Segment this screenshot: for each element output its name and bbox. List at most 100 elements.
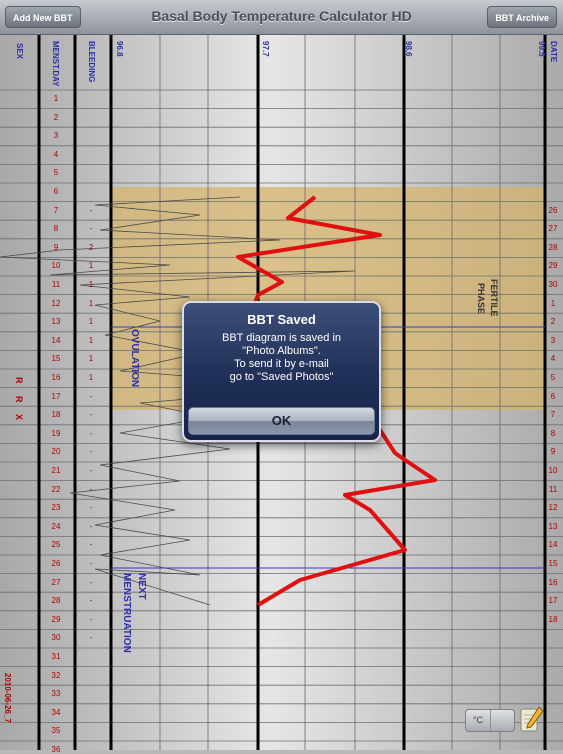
menst-day-label: 8 — [53, 224, 59, 234]
ovulation-label: OVULATION — [129, 329, 140, 388]
menst-day-label: 27 — [51, 577, 61, 587]
menst-day-label: 32 — [51, 670, 61, 680]
bleeding-mark: 1 — [88, 280, 94, 289]
bleeding-column-header: BLEEDING — [87, 41, 96, 83]
menst-day-label: 29 — [51, 614, 61, 624]
bleeding-mark: - — [89, 428, 93, 438]
date-label: 11 — [548, 484, 558, 494]
dialog-message-line: "Photo Albums". — [242, 345, 321, 357]
bleeding-mark: - — [89, 521, 93, 531]
date-label: 13 — [548, 521, 558, 531]
date-label: 8 — [550, 428, 556, 438]
pencil-icon[interactable] — [519, 705, 545, 735]
menst-day-label: 28 — [51, 596, 61, 606]
bleeding-mark: 2 — [88, 242, 94, 252]
dialog-message-line: To send it by e-mail — [234, 358, 329, 370]
date-label: 28 — [548, 242, 558, 252]
date-label: 16 — [548, 577, 558, 587]
menst-day-label: 2 — [53, 112, 59, 122]
bbt-archive-button[interactable]: BBT Archive — [487, 6, 557, 28]
menst-day-label: 26 — [51, 559, 61, 568]
menst-day-label: 7 — [53, 205, 59, 215]
menst-day-label: 17 — [51, 391, 61, 401]
bleeding-mark: - — [89, 410, 93, 420]
bleeding-mark: 1 — [88, 317, 94, 327]
bleeding-mark: - — [89, 205, 93, 215]
dialog-title: BBT Saved — [247, 312, 316, 327]
fertile-phase-label-1: FERTILE — [489, 279, 499, 317]
menst-day-label: 13 — [51, 317, 61, 327]
menst-day-label: 15 — [51, 354, 61, 364]
menst-day-label: 30 — [51, 633, 61, 643]
bleeding-mark: 1 — [88, 354, 94, 364]
menst-day-label: 3 — [53, 131, 59, 141]
date-label: 2 — [550, 317, 556, 327]
temp-label-97-7: 97.7 — [261, 41, 270, 57]
menst-day-label: 35 — [51, 726, 61, 736]
bleeding-mark: - — [89, 577, 93, 587]
bleeding-mark: - — [89, 633, 93, 643]
date-label: 3 — [550, 335, 556, 345]
menst-day-label: 10 — [51, 261, 61, 271]
date-label: 10 — [548, 466, 558, 475]
bleeding-mark: - — [89, 224, 93, 234]
fertile-phase-label-2: PHASE — [476, 283, 486, 315]
bleeding-mark: 1 — [88, 373, 94, 382]
temp-label-98-6: 98.6 — [404, 41, 413, 57]
temp-label-99-5: 99.5 — [537, 41, 546, 57]
bleeding-mark: - — [89, 466, 93, 475]
bleeding-mark: - — [89, 484, 93, 494]
date-label: 1 — [550, 298, 556, 308]
date-label: 29 — [548, 261, 558, 271]
menst-day-label: 4 — [53, 149, 59, 159]
fahrenheit-option[interactable] — [491, 710, 514, 731]
menst-day-label: 5 — [53, 168, 59, 178]
menst-day-label: 33 — [51, 689, 61, 699]
dialog-message-line: BBT diagram is saved in — [221, 332, 342, 344]
menst-day-label: 31 — [51, 652, 61, 661]
bleeding-mark: - — [89, 503, 93, 513]
menst-day-label: 20 — [51, 447, 61, 457]
celsius-option[interactable]: °C — [466, 710, 491, 731]
menst-day-label: 1 — [53, 94, 59, 103]
menst-day-label: 34 — [51, 707, 61, 717]
date-label: 6 — [550, 391, 556, 401]
date-label: 14 — [548, 540, 558, 550]
dialog-message: BBT diagram is saved in "Photo Albums". … — [192, 332, 371, 384]
toolbar: Add New BBT Basal Body Temperature Calcu… — [0, 0, 563, 35]
date-label: 7 — [550, 410, 556, 420]
menst-day-column-header: MENST.DAY — [51, 41, 60, 87]
date-label: 30 — [548, 280, 558, 289]
date-label: 15 — [548, 559, 558, 568]
date-label: 9 — [550, 447, 556, 457]
sex-mark: R — [14, 396, 24, 403]
date-label: 26 — [548, 205, 558, 215]
menst-day-label: 25 — [51, 540, 61, 550]
date-label: 4 — [550, 354, 556, 364]
date-label: 27 — [548, 224, 558, 234]
menst-day-label: 19 — [51, 428, 61, 438]
next-menstruation-label-2: MENSTRUATION — [121, 573, 132, 653]
bleeding-mark: - — [89, 596, 93, 606]
date-label: 5 — [550, 373, 556, 382]
date-label: 18 — [548, 614, 558, 624]
menst-day-label: 6 — [53, 187, 59, 196]
bleeding-mark: 1 — [88, 298, 94, 308]
temp-label-96-8: 96.8 — [115, 41, 124, 57]
next-menstruation-label-1: NEXT — [136, 573, 147, 600]
bleeding-mark: - — [89, 391, 93, 401]
bbt-saved-dialog: BBT Saved BBT diagram is saved in "Photo… — [182, 301, 381, 442]
menst-day-label: 23 — [51, 503, 61, 513]
bleeding-mark: 1 — [88, 261, 94, 271]
ok-button[interactable]: OK — [188, 407, 375, 435]
menst-day-label: 14 — [51, 335, 61, 345]
menst-day-label: 21 — [51, 466, 61, 475]
bleeding-mark: - — [89, 447, 93, 457]
unit-toggle[interactable]: °C — [465, 709, 515, 732]
bleeding-mark: 1 — [88, 335, 94, 345]
sex-column-header: SEX — [15, 43, 24, 60]
sex-mark: R — [14, 377, 24, 384]
menst-day-label: 24 — [51, 521, 61, 531]
menst-day-label: 11 — [51, 280, 61, 289]
date-column-header: DATE — [549, 41, 558, 63]
